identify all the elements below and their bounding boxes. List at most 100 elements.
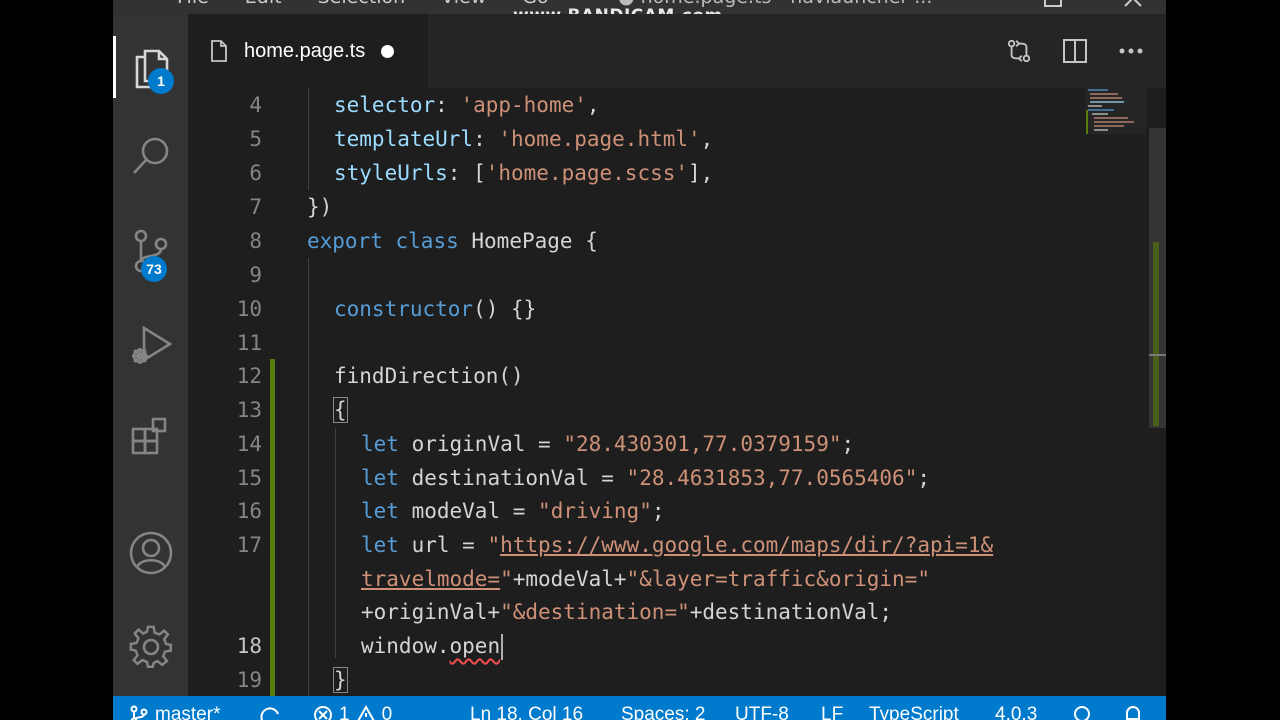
code-line-17-wrap-1: travelmode="+modeVal+"&layer=traffic&ori…	[361, 567, 930, 591]
language-mode[interactable]: TypeScript	[869, 704, 959, 720]
search-icon	[132, 137, 168, 174]
file-icon	[211, 40, 227, 62]
maximize-icon[interactable]	[1041, 0, 1065, 10]
line-number: 10	[236, 297, 262, 321]
tab-home-page-ts[interactable]: home.page.ts	[188, 14, 428, 88]
error-icon	[314, 706, 332, 720]
search-button[interactable]	[113, 126, 188, 188]
split-editor-button[interactable]	[1062, 38, 1088, 64]
code-line-6: styleUrls: ['home.page.scss'],	[334, 161, 714, 185]
run-debug-icon	[131, 325, 172, 364]
indent-guide	[308, 258, 309, 696]
notifications-button[interactable]	[1123, 704, 1143, 720]
menu-bar: File Edit Selection View Go	[177, 0, 549, 8]
indent-guide	[308, 88, 309, 190]
code-line-17: let url = "https://www.google.com/maps/d…	[361, 533, 994, 557]
menu-view[interactable]: View	[441, 0, 486, 8]
left-black-border	[0, 0, 113, 720]
line-number: 5	[249, 127, 262, 151]
editor-tabs: home.page.ts	[188, 14, 1166, 88]
error-squiggle[interactable]: open	[450, 634, 501, 658]
sync-icon	[260, 707, 279, 720]
line-number: 15	[236, 466, 262, 490]
feedback-icon	[1074, 706, 1090, 720]
error-count: 1	[339, 704, 350, 720]
line-number: 19	[236, 668, 262, 692]
encoding-setting[interactable]: UTF-8	[735, 704, 789, 720]
unsaved-dot-icon[interactable]	[381, 44, 395, 58]
extensions-button[interactable]	[113, 406, 188, 468]
code-line-18: window.open	[361, 629, 504, 663]
code-line-7: })	[307, 195, 333, 219]
status-bar: master* 1 0 Ln 18, Col 16 Spaces: 2 UTF-…	[113, 696, 1166, 720]
more-actions-button[interactable]	[1118, 38, 1144, 64]
right-black-border	[1166, 0, 1280, 720]
cursor-position[interactable]: Ln 18, Col 16	[470, 704, 583, 720]
code-line-8: export class HomePage {	[307, 229, 598, 253]
bell-icon	[1126, 706, 1140, 720]
menu-file[interactable]: File	[177, 0, 209, 8]
line-number: 8	[249, 229, 262, 253]
line-number: 7	[249, 195, 262, 219]
code-line-4: selector: 'app-home',	[334, 93, 600, 117]
activity-bar: 1 73	[113, 14, 188, 696]
menu-edit[interactable]: Edit	[245, 0, 282, 8]
code-editor[interactable]: 4 5 6 7 8 9 10 11 12 13 14 15 16 17 18 1…	[188, 88, 1166, 696]
git-branch-icon	[130, 705, 148, 720]
line-number: 4	[249, 93, 262, 117]
line-number: 11	[236, 331, 262, 355]
line-number-gutter: 4 5 6 7 8 9 10 11 12 13 14 15 16 17 18 1…	[188, 88, 268, 696]
ellipsis-icon	[1119, 48, 1143, 54]
explorer-badge: 1	[148, 68, 174, 94]
gear-icon	[129, 625, 172, 668]
run-debug-button[interactable]	[113, 314, 188, 376]
overview-ruler-git-marker	[1153, 242, 1159, 426]
line-number: 12	[236, 364, 262, 388]
editor-actions	[1006, 14, 1166, 88]
code-line-10: constructor() {}	[334, 297, 537, 321]
line-number: 17	[236, 533, 262, 557]
git-modified-indicator	[270, 359, 275, 696]
branch-status[interactable]: master*	[129, 704, 220, 720]
source-control-badge: 73	[141, 256, 167, 282]
code-line-16: let modeVal = "driving";	[361, 499, 665, 523]
line-number-active: 18	[236, 634, 262, 658]
line-number: 16	[236, 499, 262, 523]
code-line-19: }	[333, 667, 348, 693]
indentation-setting[interactable]: Spaces: 2	[621, 704, 706, 720]
extensions-icon	[131, 417, 166, 455]
feedback-button[interactable]	[1071, 704, 1093, 720]
vscode-window: File Edit Selection View Go ● home.page.…	[113, 0, 1166, 720]
compare-changes-button[interactable]	[1006, 38, 1032, 64]
line-number: 14	[236, 432, 262, 456]
explorer-button[interactable]: 1	[113, 36, 188, 98]
git-compare-icon	[1007, 39, 1031, 63]
overview-ruler-cursor-marker	[1149, 354, 1166, 356]
source-control-button[interactable]: 73	[113, 220, 188, 282]
indent-guide	[335, 428, 336, 658]
manage-settings-button[interactable]	[113, 616, 188, 678]
account-icon	[129, 531, 172, 575]
branch-name: master*	[155, 704, 221, 720]
code-line-5: templateUrl: 'home.page.html',	[334, 127, 714, 151]
code-line-14: let originVal = "28.430301,77.0379159";	[361, 432, 855, 456]
split-editor-icon	[1063, 39, 1087, 63]
code-line-17-wrap-2: +originVal+"&destination="+destinationVa…	[361, 600, 893, 624]
code-line-15: let destinationVal = "28.4631853,77.0565…	[361, 466, 930, 490]
accounts-button[interactable]	[113, 522, 188, 584]
code-line-13: {	[333, 397, 348, 423]
line-number: 13	[236, 398, 262, 422]
line-number: 9	[249, 263, 262, 287]
problems-status[interactable]: 1 0	[313, 704, 392, 720]
text-cursor	[501, 634, 504, 660]
sync-button[interactable]	[259, 704, 281, 720]
warning-icon	[357, 705, 375, 720]
code-line-12: findDirection()	[334, 364, 524, 388]
menu-selection[interactable]: Selection	[318, 0, 406, 8]
typescript-version[interactable]: 4.0.3	[995, 704, 1037, 720]
url-link[interactable]: https://www.google.com/maps/dir/?api=1&	[500, 533, 993, 557]
close-window-icon[interactable]	[1121, 0, 1145, 10]
eol-setting[interactable]: LF	[821, 704, 843, 720]
minimap[interactable]	[1078, 88, 1158, 138]
tab-label: home.page.ts	[244, 39, 366, 62]
